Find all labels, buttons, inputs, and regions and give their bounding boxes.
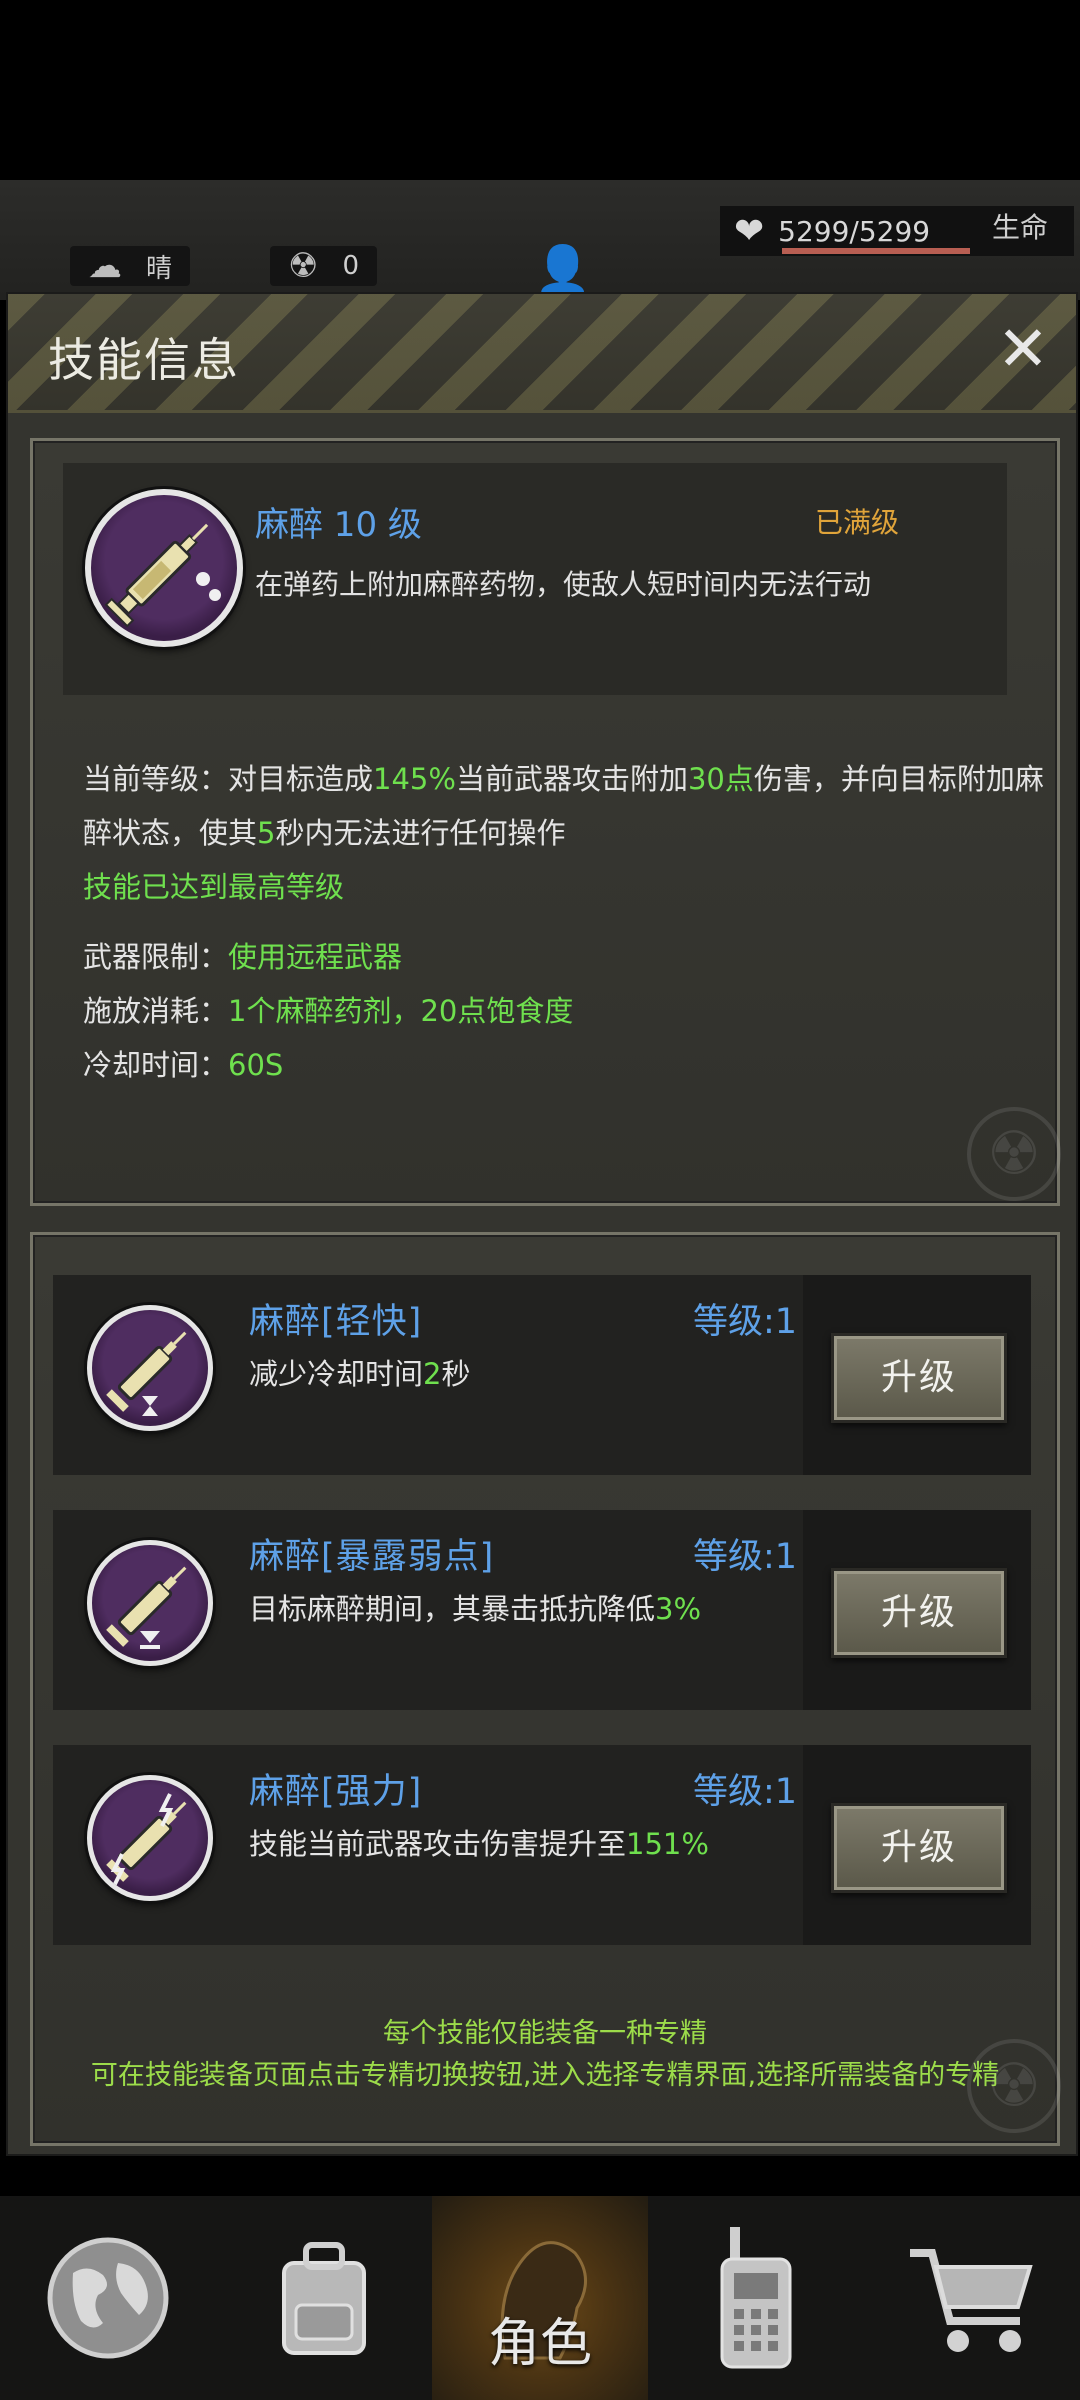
cost-key: 施放消耗： bbox=[83, 994, 229, 1028]
current-secs: 5 bbox=[257, 816, 276, 850]
upgrade-button[interactable]: 升级 bbox=[831, 1568, 1007, 1658]
syringe-lightning-icon bbox=[87, 1775, 213, 1901]
radiation-chip: ☢ 0 bbox=[270, 246, 378, 286]
weapon-restriction: 武器限制：使用远程武器 bbox=[83, 931, 402, 983]
specialization-level: 等级:1 bbox=[693, 1772, 798, 1812]
weather-chip: ☁ 晴 bbox=[70, 246, 191, 286]
syringe-down-arrow-icon bbox=[87, 1540, 213, 1666]
upgrade-button[interactable]: 升级 bbox=[831, 1803, 1007, 1893]
radiation-watermark-icon: ☢ bbox=[967, 2039, 1061, 2133]
skill-detail-panel: 麻醉 10 级 已满级 在弹药上附加麻醉药物，使敌人短时间内无法行动 当前等级：… bbox=[30, 438, 1061, 1206]
radiation-icon: ☢ bbox=[288, 246, 319, 286]
weapon-key: 武器限制： bbox=[83, 940, 229, 974]
bottom-nav: 角色 bbox=[0, 2196, 1080, 2400]
nav-character-label: 角色 bbox=[487, 2314, 592, 2374]
nav-backpack[interactable] bbox=[216, 2196, 432, 2400]
close-button[interactable]: ✕ bbox=[992, 318, 1054, 380]
cooldown-key: 冷却时间： bbox=[83, 1048, 229, 1082]
specialization-level: 等级:1 bbox=[693, 1302, 798, 1342]
specialization-name: 麻醉[轻快] bbox=[249, 1302, 423, 1342]
upgrade-area: 升级 bbox=[803, 1510, 1031, 1710]
specialization-desc: 减少冷却时间2秒 bbox=[249, 1351, 470, 1393]
specialization-desc: 技能当前武器攻击伤害提升至151% bbox=[249, 1821, 709, 1863]
weather-text: 晴 bbox=[146, 253, 173, 284]
skill-card: 麻醉 10 级 已满级 在弹药上附加麻醉药物，使敌人短时间内无法行动 bbox=[63, 463, 1007, 695]
cooldown-val: 60S bbox=[228, 1048, 284, 1082]
backpack-icon bbox=[282, 2242, 366, 2355]
cast-cost: 施放消耗：1个麻醉药剂，20点饱食度 bbox=[83, 985, 573, 1037]
current-level-line1: 当前等级：对目标造成145%当前武器攻击附加30点伤害，并向目标附加麻 bbox=[83, 753, 1044, 805]
desc-text: 目标麻醉期间，其暴击抵抗降低 bbox=[249, 1592, 656, 1626]
hp-value: 5299/5299 bbox=[778, 214, 931, 248]
hp-bar bbox=[782, 248, 970, 254]
cloud-sun-icon: ☁ bbox=[88, 246, 122, 286]
current-mid1: 当前武器攻击附加 bbox=[455, 762, 688, 796]
heart-icon: ❤ bbox=[734, 210, 765, 252]
specialization-note-1: 每个技能仅能装备一种专精 bbox=[383, 2018, 707, 2049]
dialog-title: 技能信息 bbox=[48, 333, 240, 387]
walkie-talkie-icon bbox=[720, 2227, 792, 2369]
current-line2-a: 醉状态，使其 bbox=[83, 816, 258, 850]
desc-highlight: 151% bbox=[626, 1827, 709, 1861]
upgrade-area: 升级 bbox=[803, 1745, 1031, 1945]
nav-shop[interactable] bbox=[864, 2196, 1080, 2400]
cost-val: 1个麻醉药剂，20点饱食度 bbox=[228, 994, 574, 1028]
skill-description: 在弹药上附加麻醉药物，使敌人短时间内无法行动 bbox=[255, 568, 872, 601]
radiation-watermark-icon: ☢ bbox=[967, 1107, 1061, 1201]
desc-text: 秒 bbox=[441, 1357, 471, 1391]
add-friend-icon[interactable]: 👤 bbox=[534, 242, 591, 297]
nav-character[interactable]: 角色 bbox=[432, 2196, 648, 2400]
current-pct: 145% bbox=[373, 762, 456, 796]
specialization-row: 麻醉[暴露弱点] 等级:1 目标麻醉期间，其暴击抵抗降低3% 升级 bbox=[53, 1510, 1031, 1710]
specialization-panel: 麻醉[轻快] 等级:1 减少冷却时间2秒 升级 麻醉[暴露弱点] 等级:1 目标… bbox=[30, 1232, 1061, 2146]
desc-text: 技能当前武器攻击伤害提升至 bbox=[249, 1827, 627, 1861]
current-level-line2: 醉状态，使其5秒内无法进行任何操作 bbox=[83, 807, 565, 859]
syringe-hourglass-icon bbox=[87, 1305, 213, 1431]
max-level-note: 技能已达到最高等级 bbox=[83, 870, 345, 904]
desc-highlight: 2 bbox=[423, 1357, 442, 1391]
current-mid2: 伤害，并向目标附加麻 bbox=[753, 762, 1044, 796]
desc-text: 减少冷却时间 bbox=[249, 1357, 424, 1391]
nav-radio[interactable] bbox=[648, 2196, 864, 2400]
skill-name: 麻醉 10 级 bbox=[255, 505, 422, 545]
cooldown: 冷却时间：60S bbox=[83, 1039, 283, 1091]
max-level-badge: 已满级 bbox=[815, 506, 900, 539]
cart-icon bbox=[910, 2249, 1033, 2352]
specialization-desc: 目标麻醉期间，其暴击抵抗降低3% bbox=[249, 1586, 701, 1628]
upgrade-area: 升级 bbox=[803, 1275, 1031, 1475]
globe-icon bbox=[47, 2237, 169, 2359]
specialization-name: 麻醉[暴露弱点] bbox=[249, 1537, 495, 1577]
specialization-name: 麻醉[强力] bbox=[249, 1772, 423, 1812]
nav-world[interactable] bbox=[0, 2196, 216, 2400]
specialization-note-2: 可在技能装备页面点击专精切换按钮,进入选择专精界面,选择所需装备的专精 bbox=[90, 2060, 1000, 2091]
current-line2-b: 秒内无法进行任何操作 bbox=[275, 816, 566, 850]
weapon-val: 使用远程武器 bbox=[228, 940, 403, 974]
radiation-value: 0 bbox=[342, 251, 360, 281]
specialization-row: 麻醉[轻快] 等级:1 减少冷却时间2秒 升级 bbox=[53, 1275, 1031, 1475]
skill-info-dialog: 技能信息 ✕ 麻醉 10 级 已满级 在弹药上附加麻醉药物，使敌人短时间内无法行… bbox=[6, 292, 1078, 2156]
current-pts: 30点 bbox=[687, 762, 754, 796]
specialization-row: 麻醉[强力] 等级:1 技能当前武器攻击伤害提升至151% 升级 bbox=[53, 1745, 1031, 1945]
desc-highlight: 3% bbox=[655, 1592, 702, 1626]
hp-label: 生命 bbox=[992, 211, 1049, 244]
syringe-icon bbox=[85, 489, 243, 647]
upgrade-button[interactable]: 升级 bbox=[831, 1333, 1007, 1423]
current-prefix: 当前等级：对目标造成 bbox=[83, 762, 374, 796]
specialization-level: 等级:1 bbox=[693, 1537, 798, 1577]
